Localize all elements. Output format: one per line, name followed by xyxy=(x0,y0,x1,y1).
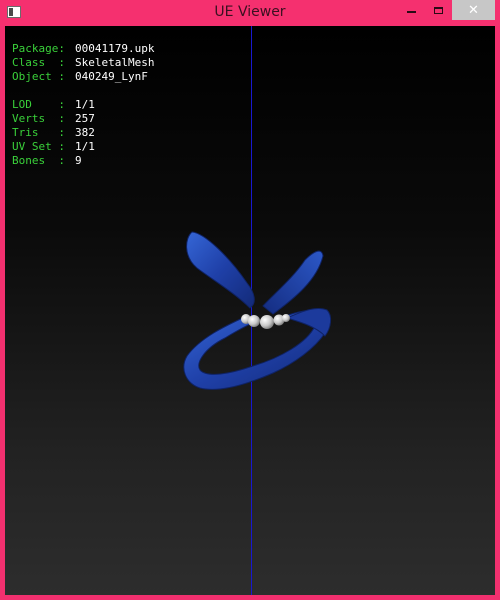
maximize-icon xyxy=(433,6,443,14)
info-object-row: Object : 040249_LynF xyxy=(12,70,154,84)
info-tris-row: Tris : 382 xyxy=(12,126,154,140)
lod-label: LOD : xyxy=(12,98,65,111)
info-verts-row: Verts : 257 xyxy=(12,112,154,126)
package-label: Package: xyxy=(12,42,65,55)
lod-value: 1/1 xyxy=(75,98,95,111)
minimize-button[interactable] xyxy=(398,0,424,20)
object-value: 040249_LynF xyxy=(75,70,148,83)
ribbon-left-loop xyxy=(186,231,255,309)
pearl-5 xyxy=(282,314,290,322)
bones-label: Bones : xyxy=(12,154,65,167)
info-lod-row: LOD : 1/1 xyxy=(12,98,154,112)
tris-label: Tris : xyxy=(12,126,65,139)
bones-value: 9 xyxy=(75,154,82,167)
object-label: Object : xyxy=(12,70,65,83)
minimize-icon xyxy=(406,11,416,13)
class-label: Class : xyxy=(12,56,65,69)
verts-value: 257 xyxy=(75,112,95,125)
uvset-label: UV Set : xyxy=(12,140,65,153)
tris-value: 382 xyxy=(75,126,95,139)
package-value: 00041179.upk xyxy=(75,42,155,55)
uvset-value: 1/1 xyxy=(75,140,95,153)
info-package-row: Package: 00041179.upk xyxy=(12,42,154,56)
ribbon-bow-mesh xyxy=(183,231,332,390)
info-uvset-row: UV Set : 1/1 xyxy=(12,140,154,154)
app-window: UE Viewer ✕ Package: 00041179.upk Class :… xyxy=(0,0,500,600)
mesh-info-panel: Package: 00041179.upk Class : SkeletalMesh… xyxy=(12,42,154,168)
pearl-2 xyxy=(248,315,260,327)
info-class-row: Class : SkeletalMesh xyxy=(12,56,154,70)
close-button[interactable]: ✕ xyxy=(452,0,495,20)
info-bones-row: Bones : 9 xyxy=(12,154,154,168)
verts-label: Verts : xyxy=(12,112,65,125)
class-value: SkeletalMesh xyxy=(75,56,155,69)
maximize-button[interactable] xyxy=(425,0,451,20)
ribbon-right-tail xyxy=(285,307,332,337)
title-bar[interactable]: UE Viewer ✕ xyxy=(0,0,500,26)
close-icon: ✕ xyxy=(468,2,479,18)
ribbon-right-loop xyxy=(262,250,324,315)
app-icon[interactable] xyxy=(7,6,21,18)
render-viewport[interactable]: Package: 00041179.upk Class : SkeletalMesh… xyxy=(5,26,495,595)
pearl-3 xyxy=(260,315,274,329)
